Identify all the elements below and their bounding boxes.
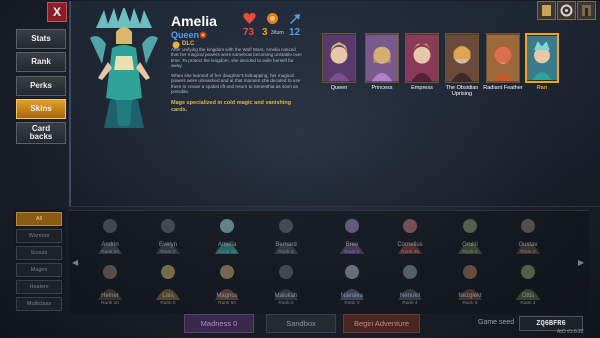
skin-portrait-obsidian-uprising — [446, 34, 478, 82]
roster-name-andrin[interactable]: Andrin — [80, 242, 140, 248]
filter-multiclass[interactable]: Multiclass — [16, 297, 62, 311]
roster-name-bernard[interactable]: Bernard — [256, 242, 316, 248]
game-seed-label: Game seed — [478, 319, 515, 326]
roster-name-ottis[interactable]: Ottis — [498, 293, 558, 299]
skin-portrait-queen — [323, 34, 355, 82]
roster-rank-andrin: Rank 50 — [101, 250, 119, 255]
roster-rank-heiner: Rank 10 — [101, 301, 119, 306]
roster-figure-gustav — [516, 219, 540, 254]
skin-card-princess[interactable] — [365, 33, 399, 83]
skin-portrait-radiant-feather — [487, 34, 519, 82]
roster-rank-laia: Rank 0 — [160, 301, 176, 306]
filter-mages[interactable]: Mages — [16, 263, 62, 277]
rank-tab[interactable]: Rank — [16, 52, 66, 72]
skin-card-obsidian-uprising[interactable] — [445, 33, 479, 83]
filter-warriors[interactable]: Warriors — [16, 229, 62, 243]
hero-portrait — [90, 8, 158, 128]
roster-figure-cornelius — [398, 219, 422, 254]
skin-card-queen[interactable] — [322, 33, 356, 83]
roster-name-nenukil[interactable]: Nenukil — [380, 293, 440, 299]
roster-name-navalea[interactable]: Navalea — [322, 293, 382, 299]
skin-portrait-princess — [366, 34, 398, 82]
skins-tab[interactable]: Skins — [16, 99, 66, 119]
skin-label-ran: Ran — [536, 85, 548, 91]
roster-name-grukli[interactable]: Grukli — [440, 242, 500, 248]
hp-value: 73 — [243, 27, 255, 38]
class-emblem-icon — [199, 31, 207, 39]
roster-rank-nenukil: Rank 4 — [402, 301, 418, 306]
close-button[interactable]: X — [47, 2, 67, 22]
roster-figure-evelyn — [156, 219, 180, 254]
roster-rank-bernard: Rank 0 — [278, 250, 294, 255]
roster-figure-grukli — [458, 219, 482, 254]
speed-icon — [290, 14, 300, 24]
scroll-icon[interactable] — [537, 1, 556, 20]
skin-card-ran[interactable] — [525, 33, 559, 83]
roster-name-laia[interactable]: Laia — [138, 293, 198, 299]
roster-rank-navalea: Rank 0 — [344, 301, 360, 306]
energy-orb-icon — [267, 13, 278, 24]
card-backs-line2: backs — [29, 132, 53, 141]
speed-value: 12 — [289, 27, 301, 38]
perks-tab[interactable]: Perks — [16, 76, 66, 96]
roster-name-evelyn[interactable]: Evelyn — [138, 242, 198, 248]
roster-rank-malukah: Rank 0 — [278, 301, 294, 306]
roster-rank-gustav: Rank 0 — [520, 250, 536, 255]
roster-rank-nezglekt: Rank 5 — [462, 301, 478, 306]
roster-name-heiner[interactable]: Heiner — [80, 293, 140, 299]
roster-rank-grukli: Rank 0 — [462, 250, 478, 255]
roster-name-magnus[interactable]: Magnus — [197, 293, 257, 299]
gear-icon[interactable] — [557, 1, 576, 20]
sandbox-button[interactable]: Sandbox — [266, 314, 336, 333]
roster-rank-evelyn: Rank 0 — [160, 250, 176, 255]
hero-lore-paragraph-1: After unifying the kingdom with the Wolf… — [171, 47, 302, 69]
skin-portrait-empress — [406, 34, 438, 82]
roster-name-malukah[interactable]: Malukah — [256, 293, 316, 299]
hero-class: Queen — [171, 30, 200, 40]
skin-card-empress[interactable] — [405, 33, 439, 83]
skin-card-radiant-feather[interactable] — [486, 33, 520, 83]
roster-figure-andrin — [98, 219, 122, 254]
roster-prev-arrow-icon[interactable]: ◀ — [72, 258, 78, 267]
roster-figure-amelia — [215, 219, 239, 254]
stats-tab[interactable]: Stats — [16, 29, 66, 49]
energy-per-turn: 3/turn — [271, 30, 284, 36]
hero-lore-paragraph-2: When she learned of her daughter's kidna… — [171, 73, 301, 95]
roster-rank-ottis: Rank 4 — [520, 301, 536, 306]
card-backs-tab[interactable]: Card backs — [16, 122, 66, 144]
filter-healers[interactable]: Healers — [16, 280, 62, 294]
version-label: AtO #1.6.22 — [557, 329, 584, 335]
skin-portrait-ran — [527, 35, 557, 81]
filter-scouts[interactable]: Scouts — [16, 246, 62, 260]
roster-rank-cornelius: Rank 45 — [401, 250, 419, 255]
roster-name-amelia[interactable]: Amelia — [197, 242, 257, 248]
filter-all[interactable]: All — [16, 212, 62, 226]
energy-value: 3 — [262, 27, 268, 38]
roster-figure-bernard — [274, 219, 298, 254]
roster-rank-magnus: Rank 50 — [218, 301, 236, 306]
roster-name-nezglekt[interactable]: Nezglekt — [440, 293, 500, 299]
roster-name-cornelius[interactable]: Cornelius — [380, 242, 440, 248]
madness-button[interactable]: Madness 0 — [184, 314, 254, 333]
hero-tagline: Mage specialized in cold magic and vanis… — [171, 100, 292, 113]
hero-name: Amelia — [171, 13, 217, 29]
roster-figure-bree — [340, 219, 364, 254]
begin-adventure-button[interactable]: Begin Adventure — [343, 314, 420, 333]
exit-icon[interactable] — [577, 1, 596, 20]
roster-portraits — [98, 219, 540, 300]
heart-icon — [243, 12, 256, 24]
roster-name-gustav[interactable]: Gustav — [498, 242, 558, 248]
roster-name-bree[interactable]: Bree — [322, 242, 382, 248]
roster-rank-bree: Rank 0 — [344, 250, 360, 255]
roster-rank-amelia: Rank 15 — [218, 250, 236, 255]
